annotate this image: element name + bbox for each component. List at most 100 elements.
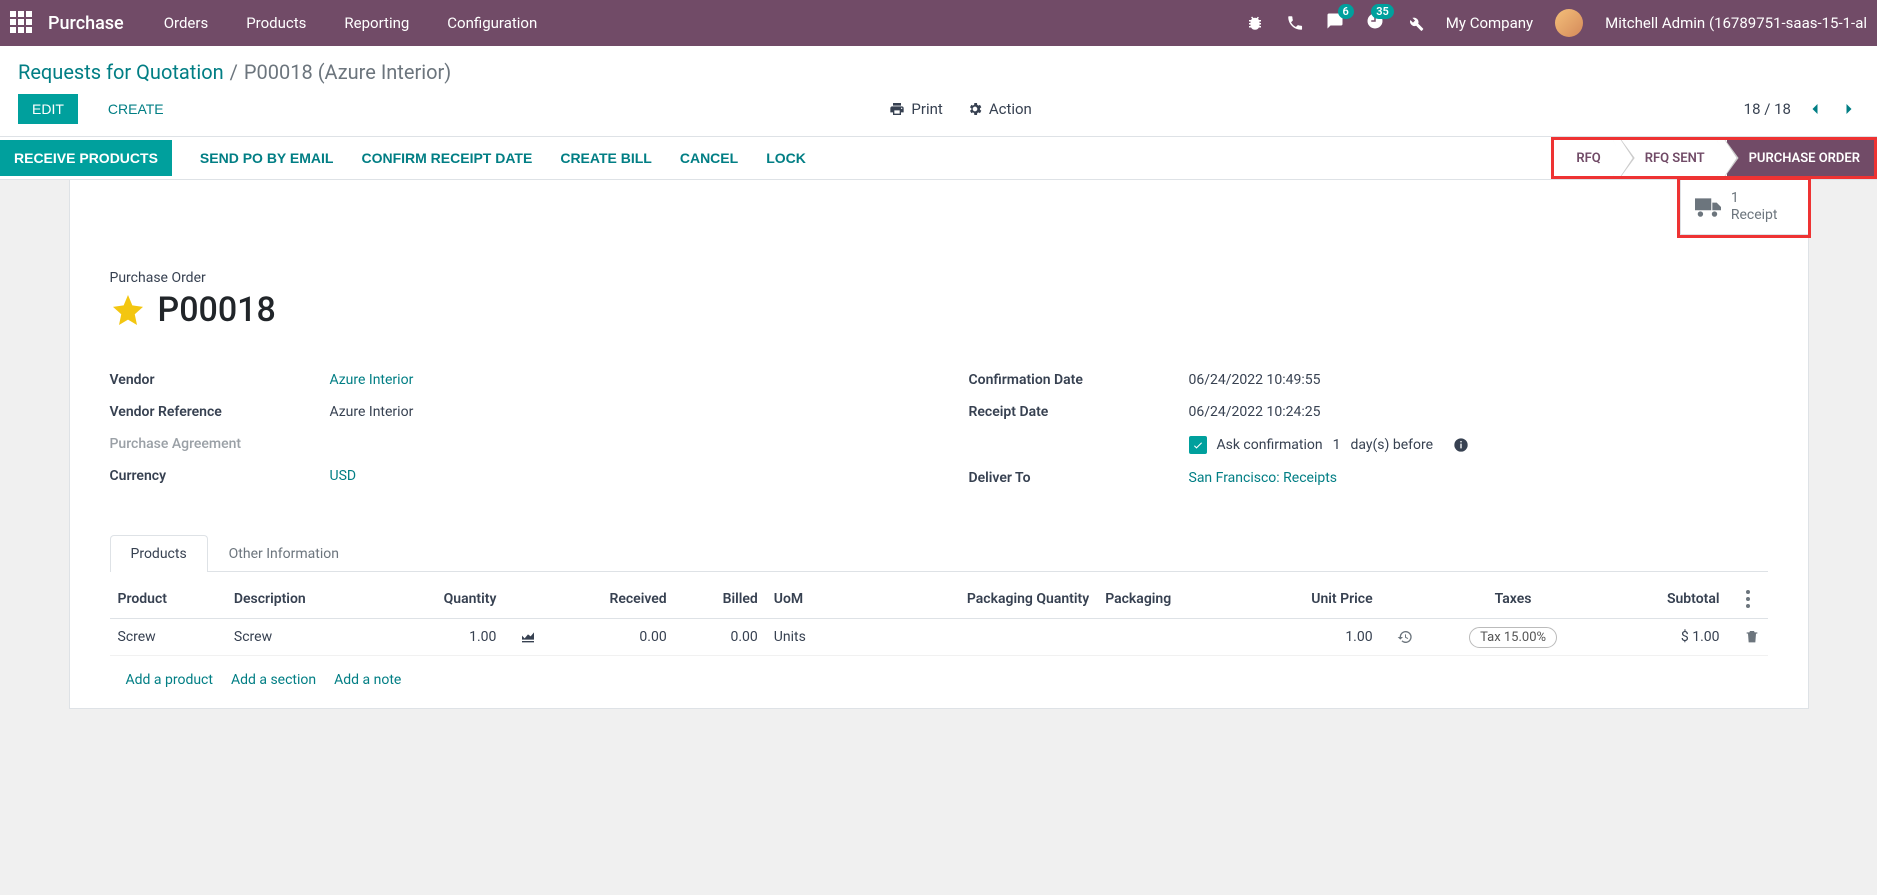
messages-badge: 6 [1338,4,1354,19]
sheet: 1 Receipt Purchase Order P00018 Vendor A… [69,180,1809,709]
purchase-agreement-label: Purchase Agreement [110,436,330,452]
app-title[interactable]: Purchase [48,13,124,34]
cell-product: Screw [110,619,226,656]
cell-uom: Units [766,619,851,656]
apps-icon[interactable] [10,11,34,35]
receipt-stat-button[interactable]: 1 Receipt [1680,180,1808,235]
tabs: Products Other Information [110,534,1768,572]
control-panel: Requests for Quotation / P00018 (Azure I… [0,46,1877,137]
nav-menu: Orders Products Reporting Configuration [164,14,1246,32]
confirm-receipt-date-button[interactable]: Confirm Receipt Date [361,150,532,166]
th-packaging-qty[interactable]: Packaging Quantity [851,580,1097,619]
tab-other-information[interactable]: Other Information [208,535,360,572]
company-selector[interactable]: My Company [1446,14,1533,32]
create-button[interactable]: Create [94,94,178,124]
currency-label: Currency [110,468,330,484]
delete-row-icon[interactable] [1744,629,1760,645]
phone-icon[interactable] [1286,14,1304,32]
statusbar: RFQ RFQ Sent Purchase Order [1551,137,1877,179]
add-section-button[interactable]: Add a section [231,672,316,688]
edit-button[interactable]: Edit [18,94,78,124]
stage-rfq-sent[interactable]: RFQ Sent [1623,140,1727,176]
cell-tax[interactable]: Tax 15.00% [1469,627,1557,648]
deliver-to-label: Deliver To [969,470,1189,486]
forecast-icon[interactable] [520,629,536,645]
info-icon[interactable] [1453,437,1469,453]
receipt-label: Receipt [1731,207,1778,224]
deliver-to-value[interactable]: San Francisco: Receipts [1189,470,1338,486]
stage-rfq[interactable]: RFQ [1554,140,1622,176]
confirmation-date-value: 06/24/2022 10:49:55 [1189,372,1321,388]
th-product[interactable]: Product [110,580,226,619]
receipt-date-label: Receipt Date [969,404,1189,420]
vendor-ref-label: Vendor Reference [110,404,330,420]
breadcrumb-parent[interactable]: Requests for Quotation [18,60,224,84]
stage-purchase-order[interactable]: Purchase Order [1727,140,1874,176]
truck-icon [1695,196,1721,218]
nav-orders[interactable]: Orders [164,14,209,32]
form-left-col: Vendor Azure Interior Vendor Reference A… [110,364,909,494]
cell-quantity: 1.00 [382,619,504,656]
add-product-button[interactable]: Add a product [126,672,213,688]
currency-value[interactable]: USD [330,468,357,484]
priority-star-icon[interactable] [110,292,146,328]
ask-confirmation-days: 1 [1333,437,1341,453]
history-icon[interactable] [1397,629,1413,645]
cell-packaging [1097,619,1243,656]
th-taxes[interactable]: Taxes [1421,580,1606,619]
record-type-label: Purchase Order [110,270,1768,286]
po-name: P00018 [158,290,276,330]
ask-confirmation-checkbox[interactable] [1189,436,1207,454]
pager-prev-icon[interactable] [1805,99,1825,119]
tools-icon[interactable] [1406,14,1424,32]
table-row[interactable]: Screw Screw 1.00 0.00 0.00 Units 1.00 Ta… [110,619,1768,656]
pager[interactable]: 18 / 18 [1744,100,1791,118]
print-label: Print [911,100,942,118]
receive-products-button[interactable]: Receive Products [0,140,172,176]
cell-billed: 0.00 [675,619,766,656]
cell-unit-price: 1.00 [1243,619,1381,656]
topbar-right: 6 35 My Company Mitchell Admin (16789751… [1246,9,1867,37]
send-po-button[interactable]: Send PO by Email [200,150,334,166]
vendor-value[interactable]: Azure Interior [330,372,414,388]
columns-menu-icon[interactable] [1746,590,1750,608]
nav-products[interactable]: Products [246,14,306,32]
activities-badge: 35 [1371,4,1394,19]
gear-icon [967,101,983,117]
th-description[interactable]: Description [226,580,382,619]
receipt-date-value: 06/24/2022 10:24:25 [1189,404,1321,420]
th-uom[interactable]: UoM [766,580,851,619]
order-lines-table: Product Description Quantity Received Bi… [110,580,1768,708]
pager-next-icon[interactable] [1839,99,1859,119]
user-menu[interactable]: Mitchell Admin (16789751-saas-15-1-al [1605,14,1867,32]
lock-button[interactable]: Lock [766,150,806,166]
topbar: Purchase Orders Products Reporting Confi… [0,0,1877,46]
confirmation-date-label: Confirmation Date [969,372,1189,388]
cell-packaging-qty [851,619,1097,656]
vendor-label: Vendor [110,372,330,388]
th-unit-price[interactable]: Unit Price [1243,580,1381,619]
add-note-button[interactable]: Add a note [334,672,401,688]
avatar[interactable] [1555,9,1583,37]
print-icon [889,101,905,117]
nav-configuration[interactable]: Configuration [447,14,537,32]
action-button[interactable]: Action [967,100,1032,118]
th-subtotal[interactable]: Subtotal [1606,580,1728,619]
bug-icon[interactable] [1246,14,1264,32]
activities-button[interactable]: 35 [1366,12,1384,34]
th-received[interactable]: Received [544,580,674,619]
th-quantity[interactable]: Quantity [382,580,504,619]
print-button[interactable]: Print [889,100,942,118]
breadcrumb: Requests for Quotation / P00018 (Azure I… [0,46,1877,94]
th-packaging[interactable]: Packaging [1097,580,1243,619]
cancel-button[interactable]: Cancel [680,150,738,166]
tab-products[interactable]: Products [110,535,208,572]
create-bill-button[interactable]: Create Bill [560,150,652,166]
vendor-ref-value: Azure Interior [330,404,414,420]
th-billed[interactable]: Billed [675,580,766,619]
check-icon [1192,439,1204,451]
nav-reporting[interactable]: Reporting [344,14,409,32]
messages-button[interactable]: 6 [1326,12,1344,34]
sheet-wrap: 1 Receipt Purchase Order P00018 Vendor A… [0,180,1877,749]
cell-received: 0.00 [544,619,674,656]
